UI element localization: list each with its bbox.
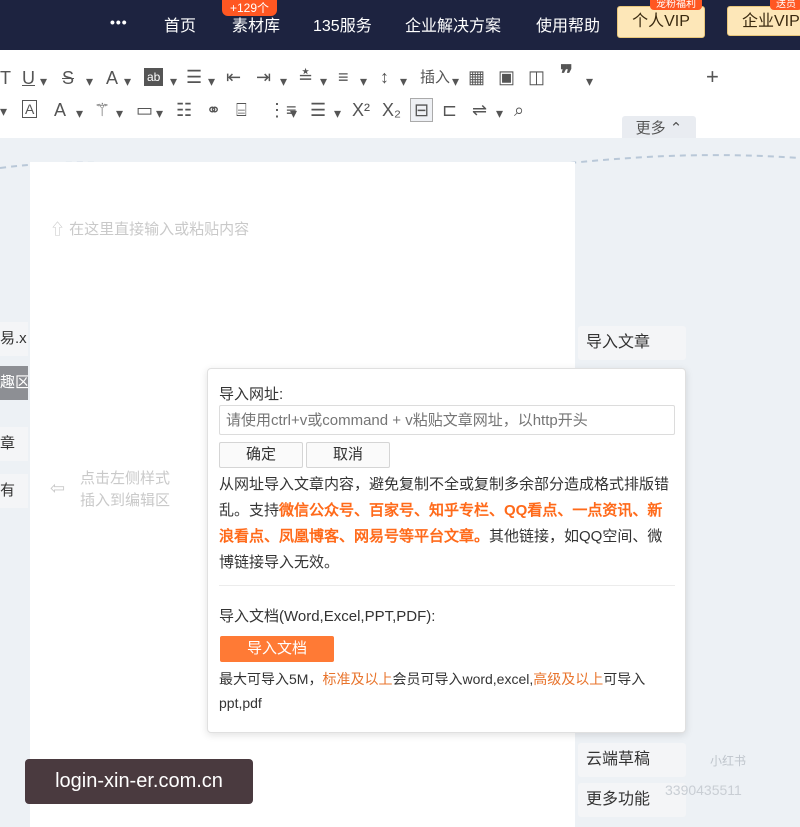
paragraph-spacing-icon[interactable]: ≛ <box>298 66 313 88</box>
unordered-list-icon[interactable]: ☰ <box>310 99 326 121</box>
dropdown-arrow-icon[interactable]: ▾ <box>334 102 341 124</box>
strikethrough-icon[interactable]: S <box>62 67 74 89</box>
more-tools-label: 更多 <box>635 120 666 137</box>
dropdown-arrow-icon[interactable]: ▾ <box>290 102 297 124</box>
editor-placeholder: ⇧ 在这里直接输入或粘贴内容 <box>50 221 250 238</box>
find-replace-icon[interactable]: ⌕ <box>514 99 524 121</box>
enterprise-vip-label: 企业VIP <box>742 13 800 30</box>
dropdown-arrow-icon[interactable]: ▾ <box>0 100 7 122</box>
font-color-icon[interactable]: A <box>106 67 118 89</box>
size-text-mid: 会员可导入word,excel, <box>392 671 534 687</box>
nav-enterprise-solutions[interactable]: 企业解决方案 <box>405 12 501 36</box>
background-color-icon[interactable]: ab <box>144 68 164 86</box>
underline-icon[interactable]: U <box>22 67 35 89</box>
editor-placeholder-text: 在这里直接输入或粘贴内容 <box>69 221 250 238</box>
dropdown-arrow-icon[interactable]: ▾ <box>116 102 123 124</box>
enterprise-vip-button[interactable]: 企业VIP <box>727 6 800 36</box>
dropdown-arrow-icon[interactable]: ▾ <box>400 70 407 92</box>
dropdown-arrow-icon[interactable]: ▾ <box>586 70 593 92</box>
top-nav: ••• 首页 素材库 +129个 135服务 企业解决方案 使用帮助 个人VIP… <box>0 0 800 50</box>
material-count-badge: +129个 <box>222 0 278 16</box>
format-painter-icon[interactable]: ⌸ <box>236 99 247 121</box>
left-tab-mine[interactable]: 有 <box>0 474 28 508</box>
style-insert-hint-line1: 点击左侧样式 <box>80 470 171 487</box>
site-watermark: login-xin-er.com.cn <box>25 759 253 804</box>
xiaohongshu-logo: 小红书 <box>710 754 747 768</box>
more-menu-icon[interactable]: ••• <box>110 14 128 30</box>
enterprise-vip-tag: 送员 <box>770 0 800 10</box>
list-layout-icon[interactable]: ☷ <box>176 99 192 121</box>
image-icon[interactable]: ▣ <box>498 66 515 88</box>
superscript-icon[interactable]: X² <box>352 99 370 121</box>
line-spacing-icon[interactable]: ≡ <box>338 66 349 88</box>
quote-icon[interactable]: ❞ <box>560 63 573 87</box>
table-icon[interactable]: ▦ <box>468 66 485 88</box>
left-tab-active[interactable]: 趣区 <box>0 366 28 400</box>
indent-left-icon[interactable]: ⇤ <box>226 66 241 88</box>
url-label: 导入网址: <box>219 386 284 403</box>
text-box-icon[interactable]: A <box>22 100 38 118</box>
personal-vip-tag: 宠粉福利 <box>650 0 702 10</box>
dropdown-arrow-icon[interactable]: ▾ <box>280 70 287 92</box>
indent-right-icon[interactable]: ⇥ <box>256 66 271 88</box>
doc-label: 导入文档(Word,Excel,PPT,PDF): <box>219 608 436 625</box>
insert-menu[interactable]: 插入 <box>420 67 450 89</box>
import-article-popup: 导入网址: 确定 取消 从网址导入文章内容，避免复制不全或复制多余部分造成格式排… <box>207 368 686 733</box>
dropdown-arrow-icon[interactable]: ▾ <box>208 70 215 92</box>
magic-wand-icon[interactable]: ⚚ <box>94 99 110 121</box>
import-description: 从网址导入文章内容，避免复制不全或复制多余部分造成格式排版错乱。支持微信公众号、… <box>219 472 675 576</box>
dropdown-arrow-icon[interactable]: ▾ <box>124 70 131 92</box>
add-icon[interactable]: + <box>706 66 719 88</box>
letter-spacing-icon[interactable]: ⇌ <box>472 99 487 121</box>
dropdown-arrow-icon[interactable]: ▾ <box>496 102 503 124</box>
nav-help[interactable]: 使用帮助 <box>536 12 600 36</box>
dropdown-arrow-icon[interactable]: ▾ <box>360 70 367 92</box>
vertical-align-icon[interactable]: ⊟ <box>410 98 434 122</box>
dropdown-arrow-icon[interactable]: ▾ <box>76 102 83 124</box>
import-article-button[interactable]: 导入文章 <box>578 326 686 360</box>
dropdown-arrow-icon[interactable]: ▾ <box>452 70 459 92</box>
border-icon[interactable]: ▭ <box>136 99 153 121</box>
underline-prev-icon[interactable]: T <box>0 67 11 89</box>
arrow-left-icon: ⇦ <box>50 478 66 498</box>
link-icon[interactable]: ⚭ <box>206 99 221 121</box>
divider <box>219 585 675 586</box>
chevron-up-icon: ⌃ <box>669 120 683 137</box>
standard-tier-text: 标准及以上 <box>322 671 393 687</box>
left-tab-file[interactable]: 易.x <box>0 322 28 356</box>
dropdown-arrow-icon[interactable]: ▾ <box>320 70 327 92</box>
dropdown-arrow-icon[interactable]: ▾ <box>156 102 163 124</box>
left-tab-article[interactable]: 章 <box>0 427 28 461</box>
personal-vip-button[interactable]: 个人VIP <box>617 6 705 38</box>
import-document-button[interactable]: 导入文档 <box>220 636 334 662</box>
editor-toolbar: T U ▾ S ▾ A ▾ ab ▾ ☰ ▾ ⇤ ⇥ ▾ ≛ ▾ ≡ ▾ ↕ ▾… <box>0 50 800 142</box>
line-height-icon[interactable]: ↕ <box>380 66 389 88</box>
gallery-icon[interactable]: ◫ <box>528 66 545 88</box>
personal-vip-label: 个人VIP <box>632 13 690 30</box>
xiaohongshu-id: 3390435511 <box>665 782 742 798</box>
style-insert-hint-line2: 插入到编辑区 <box>80 492 171 509</box>
nav-home[interactable]: 首页 <box>164 12 196 36</box>
nav-135-services[interactable]: 135服务 <box>313 12 372 36</box>
align-icon[interactable]: ☰ <box>186 66 202 88</box>
subscript-icon[interactable]: X₂ <box>382 99 401 121</box>
text-effect-icon[interactable]: A <box>54 99 66 121</box>
size-text: 最大可导入5M， <box>219 671 323 687</box>
dropdown-arrow-icon[interactable]: ▾ <box>86 70 93 92</box>
url-input[interactable] <box>219 405 675 435</box>
dropdown-arrow-icon[interactable]: ▾ <box>40 70 47 92</box>
dropdown-arrow-icon[interactable]: ▾ <box>170 70 177 92</box>
confirm-button[interactable]: 确定 <box>219 442 303 468</box>
cancel-button[interactable]: 取消 <box>306 442 390 468</box>
cloud-draft-button[interactable]: 云端草稿 <box>578 743 686 777</box>
text-direction-icon[interactable]: ⊏ <box>442 99 457 121</box>
advanced-tier-text: 高级及以上 <box>533 671 604 687</box>
style-insert-hint: 点击左侧样式 插入到编辑区 <box>80 468 170 512</box>
file-size-note: 最大可导入5M，标准及以上会员可导入word,excel,高级及以上可导入ppt… <box>219 667 675 715</box>
